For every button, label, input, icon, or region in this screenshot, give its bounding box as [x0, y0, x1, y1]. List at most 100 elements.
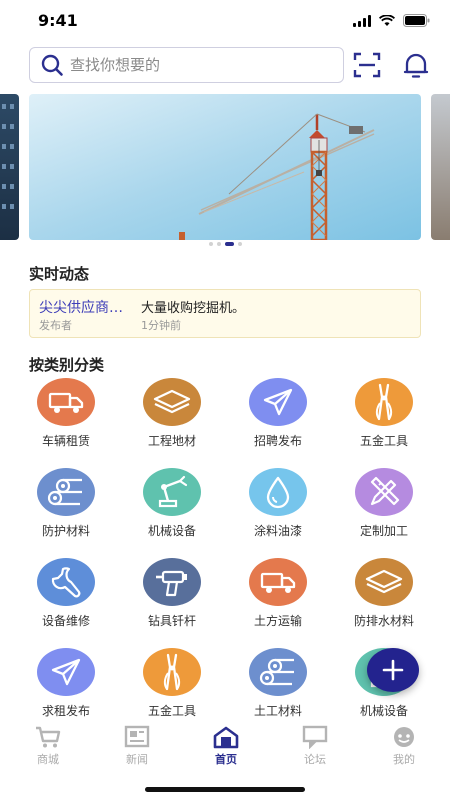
category-item[interactable]: 工程地材 [118, 378, 226, 458]
banner-image-crane[interactable] [29, 94, 421, 240]
tab-label: 论坛 [304, 753, 326, 766]
wrench-icon [51, 567, 81, 598]
layers-icon [365, 569, 403, 594]
category-icon-circle [249, 648, 307, 696]
category-label: 土工材料 [253, 704, 302, 718]
category-label: 车辆租赁 [41, 434, 90, 448]
news-publisher-role: 发布者 [39, 319, 72, 332]
tab-label: 商城 [37, 753, 59, 766]
banner-pagination [0, 242, 450, 246]
category-item[interactable]: 防护材料 [12, 468, 120, 548]
category-label: 防护材料 [41, 524, 90, 538]
scan-icon[interactable] [353, 51, 381, 79]
tab-label: 新闻 [126, 753, 148, 766]
category-item[interactable]: 机械设备 [118, 468, 226, 548]
banner-carousel[interactable] [0, 94, 450, 240]
category-item[interactable]: 土工材料 [224, 648, 332, 728]
banner-prev-slide[interactable] [0, 94, 19, 240]
category-icon-circle [355, 468, 413, 516]
status-bar: 9:41 [0, 0, 450, 44]
search-row [29, 47, 429, 83]
banner-next-slide[interactable] [431, 94, 450, 240]
category-icon-circle [249, 558, 307, 606]
category-label: 招聘发布 [253, 434, 302, 448]
category-item[interactable]: 钻具钎杆 [118, 558, 226, 638]
category-section-title: 按类别分类 [29, 356, 105, 374]
pipes-icon [259, 658, 294, 686]
category-label: 定制加工 [359, 524, 408, 538]
pliers-icon [163, 653, 181, 691]
category-label: 设备维修 [41, 614, 90, 628]
realtime-section-title: 实时动态 [29, 265, 90, 283]
layers-icon [153, 389, 191, 414]
category-item[interactable]: 涂料油漆 [224, 468, 332, 548]
category-label: 机械设备 [147, 524, 196, 538]
news-timestamp: 1分钟前 [141, 319, 181, 332]
category-icon-circle [355, 378, 413, 426]
category-icon-circle [37, 648, 95, 696]
category-icon-circle [143, 468, 201, 516]
user-icon [394, 727, 414, 747]
plus-icon [382, 659, 404, 681]
category-label: 五金工具 [147, 704, 196, 718]
paper-plane-icon [51, 658, 81, 686]
news-icon [124, 725, 150, 748]
pagination-dot[interactable] [216, 242, 221, 246]
tab-forum[interactable]: 论坛 [285, 725, 345, 767]
tab-profile[interactable]: 我的 [374, 725, 434, 767]
category-label: 钻具钎杆 [147, 614, 196, 628]
pagination-dot[interactable] [237, 242, 242, 246]
tab-news[interactable]: 新闻 [107, 725, 167, 767]
category-item[interactable]: 车辆租赁 [12, 378, 120, 458]
category-icon-circle [37, 558, 95, 606]
category-label: 防排水材料 [353, 614, 414, 628]
category-item[interactable]: 招聘发布 [224, 378, 332, 458]
category-item[interactable]: 设备维修 [12, 558, 120, 638]
pagination-dot-active[interactable] [224, 242, 234, 246]
bell-icon[interactable] [403, 51, 429, 79]
category-icon-circle [143, 378, 201, 426]
category-icon-circle [249, 468, 307, 516]
category-icon-circle [37, 468, 95, 516]
paper-plane-icon [263, 388, 293, 416]
category-icon-circle [143, 648, 201, 696]
category-item[interactable]: 求租发布 [12, 648, 120, 728]
status-icons [353, 14, 430, 27]
tab-label: 我的 [393, 753, 415, 766]
category-icon-circle [355, 558, 413, 606]
drill-icon [156, 570, 187, 597]
truck-icon [48, 392, 84, 413]
category-item[interactable]: 定制加工 [330, 468, 438, 548]
wifi-icon [379, 14, 395, 26]
cart-icon [36, 726, 61, 748]
chat-icon [302, 725, 328, 749]
add-post-button[interactable] [367, 648, 419, 692]
tab-home[interactable]: 首页 [196, 725, 256, 767]
battery-icon [403, 14, 430, 27]
category-item[interactable]: 土方运输 [224, 558, 332, 638]
search-icon [41, 54, 63, 76]
category-label: 土方运输 [253, 614, 302, 628]
search-input[interactable] [70, 56, 330, 74]
pagination-dot[interactable] [208, 242, 213, 246]
category-item[interactable]: 五金工具 [330, 378, 438, 458]
news-content: 大量收购挖掘机。 [141, 301, 246, 316]
category-item[interactable]: 防排水材料 [330, 558, 438, 638]
cellular-signal-icon [353, 14, 371, 27]
realtime-news-card[interactable]: 尖尖供应商… 发布者 大量收购挖掘机。 1分钟前 [29, 289, 421, 338]
news-publisher-link[interactable]: 尖尖供应商… [39, 297, 135, 317]
search-bar[interactable] [29, 47, 344, 83]
robot-arm-icon [158, 475, 188, 508]
pipes-icon [47, 478, 82, 506]
category-item[interactable]: 五金工具 [118, 648, 226, 728]
pencil-ruler-icon [370, 476, 400, 506]
pliers-icon [375, 383, 393, 421]
category-label: 涂料油漆 [253, 524, 302, 538]
tab-mall[interactable]: 商城 [18, 725, 78, 767]
tab-label: 首页 [215, 753, 237, 766]
category-label: 工程地材 [147, 434, 196, 448]
category-icon-circle [37, 378, 95, 426]
truck-icon [260, 572, 296, 593]
category-label: 机械设备 [359, 704, 408, 718]
status-time: 9:41 [38, 11, 78, 30]
